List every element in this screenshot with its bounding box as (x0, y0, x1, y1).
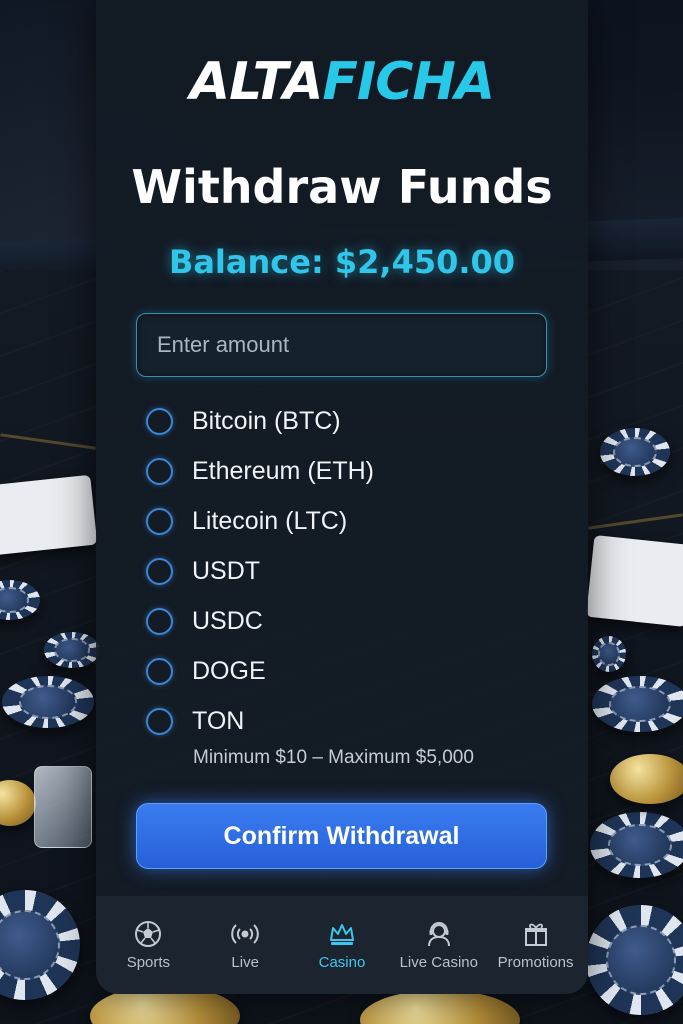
payment-method-list: Bitcoin (BTC) Ethereum (ETH) Litecoin (L… (146, 396, 374, 746)
page-title: Withdraw Funds (131, 160, 553, 214)
nav-label: Live (231, 953, 259, 971)
radio-button[interactable] (146, 407, 173, 435)
nav-label: Casino (318, 953, 366, 971)
balance-display: Balance: $2,450.00 (168, 243, 516, 281)
nav-item-live[interactable]: Live (197, 920, 293, 971)
radio-button[interactable] (146, 607, 173, 635)
nav-item-casino[interactable]: Casino (294, 920, 390, 971)
method-option-btc[interactable]: Bitcoin (BTC) (146, 396, 374, 446)
dice (34, 766, 92, 848)
method-label: Bitcoin (BTC) (192, 406, 341, 435)
gift-icon (524, 923, 547, 946)
withdrawal-limits: Minimum $10 – Maximum $5,000 (193, 747, 474, 768)
nav-label: Sports (126, 953, 171, 971)
poker-chip (592, 636, 626, 672)
nav-item-promotions[interactable]: Promotions (488, 920, 584, 971)
bottom-nav: Sports Live Casino Live Casino Promotion… (96, 896, 588, 994)
withdraw-panel: ALTAFICHA Withdraw Funds Balance: $2,450… (96, 0, 588, 994)
poker-chip (592, 676, 683, 732)
crown-icon (329, 923, 354, 945)
method-label: Ethereum (ETH) (192, 456, 374, 485)
poker-chip (2, 676, 94, 728)
radio-button[interactable] (146, 657, 173, 685)
radio-button[interactable] (146, 507, 173, 535)
method-option-ton[interactable]: TON (146, 696, 374, 746)
poker-chip (44, 632, 100, 668)
method-option-ltc[interactable]: Litecoin (LTC) (146, 496, 374, 546)
playing-card (0, 474, 98, 556)
method-label: TON (192, 706, 245, 735)
nav-label: Promotions (497, 953, 574, 971)
radio-button[interactable] (146, 457, 173, 485)
method-option-usdt[interactable]: USDT (146, 546, 374, 596)
gold-coin (610, 754, 683, 804)
radio-button[interactable] (146, 557, 173, 585)
brand-logo[interactable]: ALTAFICHA (96, 52, 588, 112)
broadcast-icon (231, 923, 259, 944)
method-label: USDC (192, 606, 263, 635)
confirm-withdrawal-button[interactable]: Confirm Withdrawal (136, 803, 547, 869)
brand-logo-part2: FICHA (322, 52, 495, 112)
poker-chip (600, 428, 670, 476)
method-label: DOGE (192, 656, 266, 685)
radio-button[interactable] (146, 707, 173, 735)
dealer-icon (427, 921, 450, 946)
playing-card (585, 534, 683, 628)
soccer-ball-icon (135, 920, 162, 947)
method-option-eth[interactable]: Ethereum (ETH) (146, 446, 374, 496)
method-option-usdc[interactable]: USDC (146, 596, 374, 646)
brand-logo-part1: ALTA (189, 52, 323, 112)
nav-label: Live Casino (399, 953, 478, 971)
amount-input[interactable] (136, 313, 547, 377)
method-label: USDT (192, 556, 261, 585)
method-label: Litecoin (LTC) (192, 506, 348, 535)
poker-chip (590, 812, 683, 878)
method-option-doge[interactable]: DOGE (146, 646, 374, 696)
nav-item-sports[interactable]: Sports (100, 920, 196, 971)
nav-item-live-casino[interactable]: Live Casino (391, 920, 487, 971)
